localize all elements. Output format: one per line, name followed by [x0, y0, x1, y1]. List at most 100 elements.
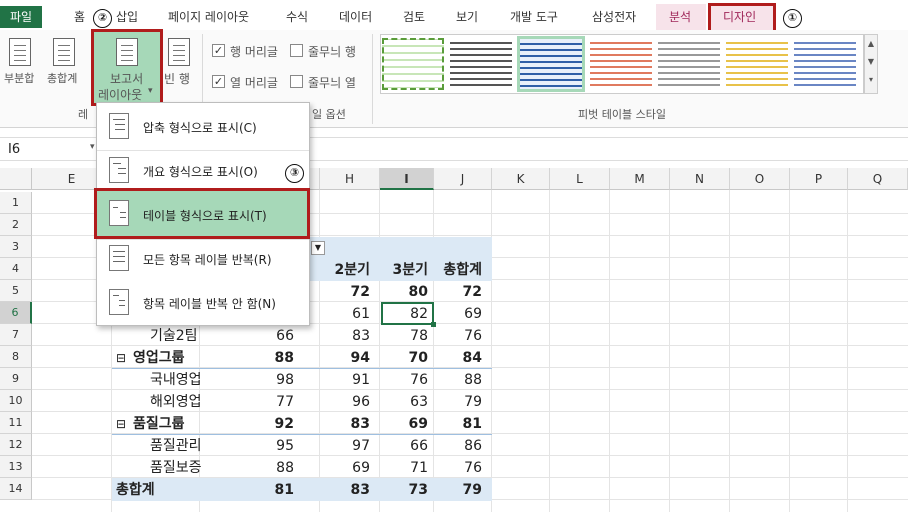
- tab-samsung[interactable]: 삼성전자: [592, 8, 636, 25]
- row-headers-checkbox[interactable]: ✓: [212, 44, 225, 57]
- row-header-7[interactable]: 7: [0, 324, 32, 346]
- tab-analyze[interactable]: 분석: [669, 8, 691, 25]
- row-header-3[interactable]: 3: [0, 236, 32, 258]
- grand-total-button[interactable]: 총합계: [47, 70, 77, 86]
- menu-label: 모든 항목 레이블 반복(R): [143, 253, 272, 267]
- cell-r14-1: 83: [350, 482, 370, 498]
- row-header-1[interactable]: 1: [0, 192, 32, 214]
- no-repeat-labels-icon: [109, 289, 129, 315]
- pivot-style-1[interactable]: [382, 38, 444, 90]
- grand-total-icon: [53, 38, 75, 66]
- menu-no-repeat-labels[interactable]: 항목 레이블 반복 안 함(N): [97, 281, 309, 325]
- outline-form-icon: [109, 157, 129, 183]
- cell-r10-1: 96: [352, 394, 370, 410]
- pivot-style-5[interactable]: [658, 38, 720, 90]
- gallery-scroll[interactable]: ▲ ▼ ▾: [864, 34, 878, 94]
- layout-group-label: 레: [78, 108, 89, 121]
- pivot-style-3-selected[interactable]: [517, 36, 585, 92]
- collapse-icon[interactable]: ⊟: [116, 413, 126, 435]
- menu-outline-form[interactable]: 개요 형식으로 표시(O): [97, 149, 309, 193]
- cell-r14-2: 73: [408, 482, 428, 498]
- cell-r10-2: 63: [410, 394, 428, 410]
- cell-r8-2: 70: [408, 350, 428, 366]
- pivot-style-7[interactable]: [794, 38, 856, 90]
- column-header-N[interactable]: N: [670, 168, 730, 190]
- menu-compact-form[interactable]: 압축 형식으로 표시(C): [97, 105, 309, 149]
- row-label-10: 해외영업: [150, 394, 202, 410]
- row-label-14: 총합계: [116, 482, 155, 498]
- style-options-group-label: 일 옵션: [312, 108, 346, 121]
- cell-r8-3: 84: [462, 350, 482, 366]
- cell-r13-2: 71: [410, 460, 428, 476]
- row-header-8[interactable]: 8: [0, 346, 32, 368]
- row-header-4[interactable]: 4: [0, 258, 32, 280]
- row-header-10[interactable]: 10: [0, 390, 32, 412]
- select-all-corner[interactable]: [0, 168, 32, 190]
- subtotal-button[interactable]: 부분합: [4, 70, 34, 86]
- row-header-14[interactable]: 14: [0, 478, 32, 500]
- cell-r7-2: 78: [410, 328, 428, 344]
- col-headers-checkbox[interactable]: ✓: [212, 75, 225, 88]
- row-header-9[interactable]: 9: [0, 368, 32, 390]
- cell-r5-i: 80: [408, 284, 428, 300]
- group-separator: [372, 34, 373, 124]
- row-label-9: 국내영업: [150, 372, 202, 388]
- row-header-13[interactable]: 13: [0, 456, 32, 478]
- pivot-style-2[interactable]: [450, 38, 512, 90]
- name-box-dropdown-icon[interactable]: ▾: [90, 142, 95, 152]
- column-header-O[interactable]: O: [730, 168, 790, 190]
- cell-r8-0: 88: [274, 350, 294, 366]
- blank-rows-button[interactable]: 빈 행: [164, 70, 190, 87]
- cell-r12-3: 86: [464, 438, 482, 454]
- tab-data[interactable]: 데이터: [339, 8, 372, 25]
- row-label-11: 품질그룹: [133, 416, 185, 432]
- tab-review[interactable]: 검토: [403, 8, 425, 25]
- name-box[interactable]: I6: [8, 142, 20, 157]
- tab-formulas[interactable]: 수식: [286, 8, 308, 25]
- cell-r11-0: 92: [274, 416, 294, 432]
- column-header-J[interactable]: J: [434, 168, 492, 190]
- cell-r12-2: 66: [410, 438, 428, 454]
- header-total: 총합계: [443, 262, 482, 278]
- row-header-2[interactable]: 2: [0, 214, 32, 236]
- tabular-form-highlight: [94, 188, 310, 239]
- column-header-Q[interactable]: Q: [848, 168, 908, 190]
- banded-rows-checkbox[interactable]: [290, 44, 303, 57]
- cell-r13-1: 69: [352, 460, 370, 476]
- pivot-style-6[interactable]: [726, 38, 788, 90]
- banded-cols-checkbox[interactable]: [290, 75, 303, 88]
- column-header-M[interactable]: M: [610, 168, 670, 190]
- row-header-6[interactable]: 6: [0, 302, 32, 324]
- menu-repeat-labels[interactable]: 모든 항목 레이블 반복(R): [97, 237, 309, 281]
- cell-r10-3: 79: [464, 394, 482, 410]
- filter-dropdown-icon[interactable]: ▼: [311, 241, 325, 255]
- column-header-L[interactable]: L: [550, 168, 610, 190]
- collapse-icon[interactable]: ⊟: [116, 347, 126, 369]
- row-label-7: 기술2팀: [150, 328, 198, 344]
- column-header-H[interactable]: H: [320, 168, 380, 190]
- column-header-P[interactable]: P: [790, 168, 848, 190]
- tab-view[interactable]: 보기: [456, 8, 478, 25]
- row-header-5[interactable]: 5: [0, 280, 32, 302]
- gridline: [789, 190, 790, 512]
- tab-developer[interactable]: 개발 도구: [510, 8, 558, 25]
- tab-page-layout[interactable]: 페이지 레이아웃: [168, 8, 249, 25]
- cell-r14-3: 79: [462, 482, 482, 498]
- row-header-11[interactable]: 11: [0, 412, 32, 434]
- cell-r8-1: 94: [350, 350, 370, 366]
- gridline: [549, 190, 550, 512]
- cell-r5-h: 72: [350, 284, 370, 300]
- pivot-style-4[interactable]: [590, 38, 652, 90]
- cell-r6-h: 61: [352, 306, 370, 322]
- column-header-K[interactable]: K: [492, 168, 550, 190]
- tab-insert[interactable]: 삽입: [116, 8, 138, 25]
- menu-label: 개요 형식으로 표시(O): [143, 165, 258, 179]
- compact-form-icon: [109, 113, 129, 139]
- tab-home[interactable]: 홈: [74, 8, 85, 25]
- cell-r9-2: 76: [410, 372, 428, 388]
- column-header-I[interactable]: I: [380, 168, 434, 190]
- badge-2: ②: [93, 9, 112, 28]
- col-headers-label: 열 머리글: [230, 76, 278, 90]
- row-header-12[interactable]: 12: [0, 434, 32, 456]
- tab-file[interactable]: 파일: [0, 6, 42, 28]
